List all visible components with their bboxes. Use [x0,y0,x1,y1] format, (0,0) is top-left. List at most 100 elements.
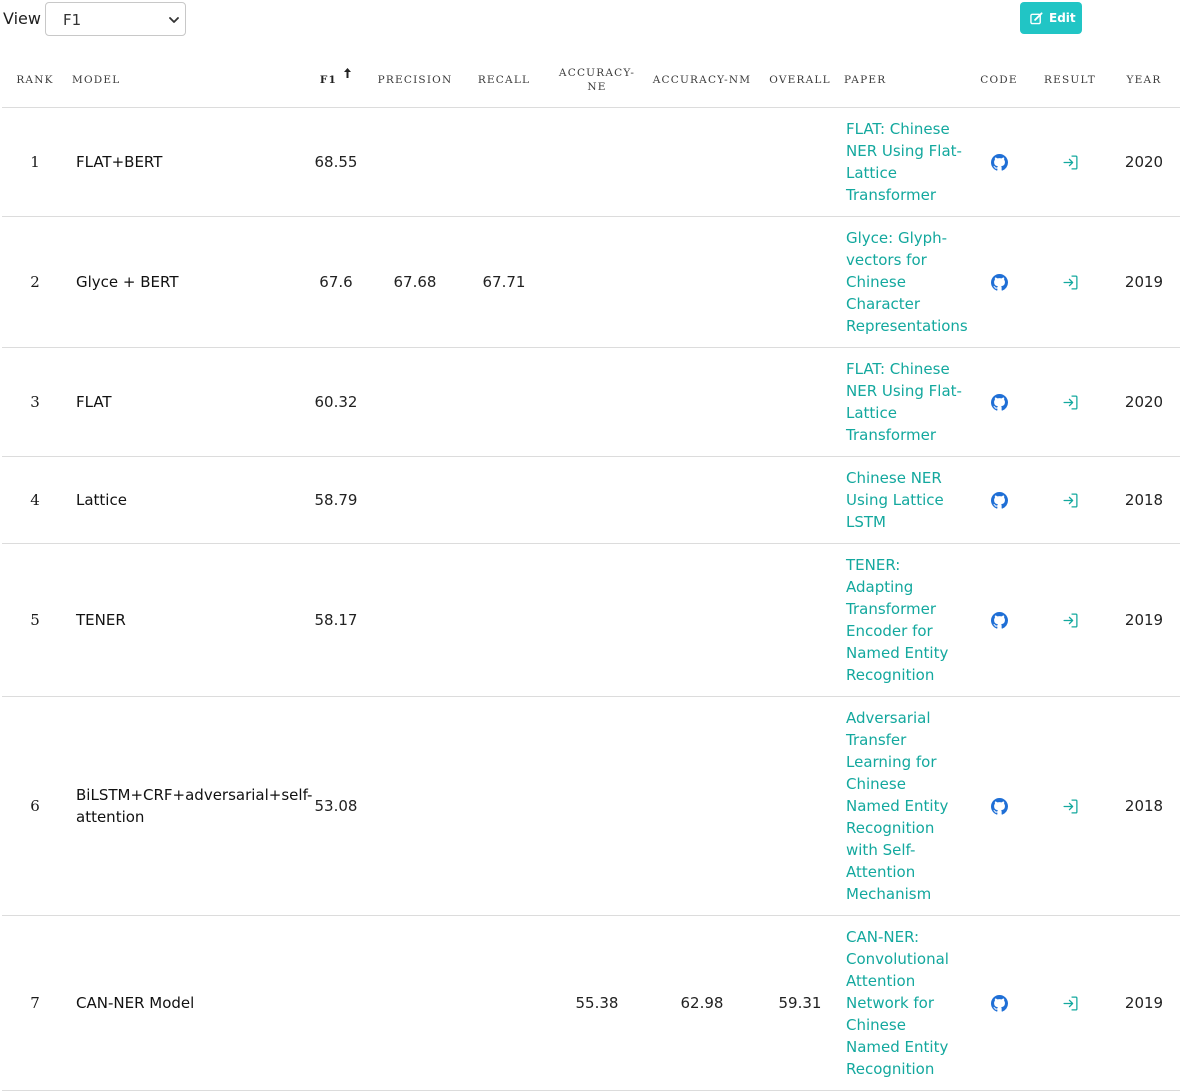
precision-cell [372,696,458,916]
accuracy-ne-cell [550,216,644,348]
result-link[interactable] [1032,915,1108,1091]
paper-link[interactable]: FLAT: Chinese NER Using Flat-Lattice Tra… [840,107,966,217]
table-row: 1 FLAT+BERT 68.55 FLAT: Chinese NER Using F… [2,107,1180,217]
result-link[interactable] [1032,216,1108,348]
edit-button[interactable]: Edit [1020,2,1082,34]
rank-cell: 2 [2,216,68,348]
code-link[interactable] [966,347,1032,457]
sign-in-icon [1062,395,1078,410]
sign-in-icon [1062,996,1078,1011]
recall-cell [458,696,550,916]
column-header-f1[interactable]: F1 [300,52,372,108]
result-link[interactable] [1032,696,1108,916]
github-icon [990,154,1008,171]
year-cell: 2020 [1108,347,1180,457]
year-cell: 2019 [1108,543,1180,697]
year-cell: 2018 [1108,456,1180,544]
sort-up-arrow-icon [344,67,352,78]
recall-cell [458,915,550,1091]
model-cell: FLAT+BERT [68,107,300,217]
edit-icon [1030,12,1043,25]
column-header-code: CODE [966,52,1032,108]
model-cell: BiLSTM+CRF+adversarial+self-attention [68,696,312,916]
column-header-model[interactable]: MODEL [68,52,300,108]
table-row: 3 FLAT 60.32 FLAT: Chinese NER Using Flat-L… [2,347,1180,457]
accuracy-nm-cell [644,107,760,217]
column-header-result: RESULT [1032,52,1108,108]
column-header-overall[interactable]: OVERALL [760,52,840,108]
precision-cell [372,107,458,217]
paper-link[interactable]: TENER: Adapting Transformer Encoder for … [840,543,966,697]
overall-cell [760,107,840,217]
year-cell: 2019 [1108,915,1180,1091]
view-select[interactable]: F1 [45,2,186,36]
f1-cell: 58.17 [300,543,372,697]
overall-cell [760,543,840,697]
accuracy-ne-cell [550,543,644,697]
recall-cell [458,456,550,544]
result-link[interactable] [1032,107,1108,217]
github-icon [990,394,1008,411]
f1-cell: 58.79 [300,456,372,544]
table-row: 2 Glyce + BERT 67.6 67.68 67.71 Glyce: Glyph-… [2,216,1180,348]
sign-in-icon [1062,275,1078,290]
result-link[interactable] [1032,543,1108,697]
column-header-rank[interactable]: RANK [2,52,68,108]
column-header-accuracy-ne[interactable]: ACCURACY-NE [550,52,644,108]
column-header-f1-label: F1 [319,73,338,86]
sign-in-icon [1062,155,1078,170]
accuracy-ne-cell [550,696,644,916]
result-link[interactable] [1032,456,1108,544]
f1-cell: 53.08 [300,696,372,916]
column-header-precision[interactable]: PRECISION [372,52,458,108]
accuracy-ne-cell [550,456,644,544]
github-icon [990,995,1008,1012]
f1-cell: 67.6 [300,216,372,348]
code-link[interactable] [966,543,1032,697]
precision-cell [372,915,458,1091]
edit-button-label: Edit [1049,11,1076,25]
recall-cell [458,543,550,697]
leaderboard-table: RANK MODEL F1 PRECISION RECALL ACCURACY-… [2,52,1180,1091]
rank-cell: 5 [2,543,68,697]
accuracy-nm-cell: 62.98 [644,915,760,1091]
github-icon [990,612,1008,629]
overall-cell [760,456,840,544]
code-link[interactable] [966,216,1032,348]
model-cell: CAN-NER Model [68,915,300,1091]
code-link[interactable] [966,915,1032,1091]
code-link[interactable] [966,456,1032,544]
code-link[interactable] [966,696,1032,916]
code-link[interactable] [966,107,1032,217]
model-cell: FLAT [68,347,300,457]
paper-link[interactable]: Glyce: Glyph-vectors for Chinese Charact… [840,216,968,348]
paper-link[interactable]: Adversarial Transfer Learning for Chines… [840,696,966,916]
model-cell: Lattice [68,456,300,544]
precision-cell [372,543,458,697]
accuracy-ne-cell [550,107,644,217]
github-icon [990,492,1008,509]
model-cell: TENER [68,543,300,697]
accuracy-ne-cell [550,347,644,457]
table-row: 4 Lattice 58.79 Chinese NER Using Lattice L… [2,456,1180,544]
paper-link[interactable]: Chinese NER Using Lattice LSTM [840,456,966,544]
github-icon [990,798,1008,815]
sign-in-icon [1062,493,1078,508]
sign-in-icon [1062,613,1078,628]
column-header-year[interactable]: YEAR [1108,52,1180,108]
column-header-recall[interactable]: RECALL [458,52,550,108]
paper-link[interactable]: CAN-NER: Convolutional Attention Network… [840,915,966,1091]
table-row: 5 TENER 58.17 TENER: Adapting Transformer E… [2,543,1180,697]
rank-cell: 6 [2,696,68,916]
accuracy-nm-cell [644,543,760,697]
rank-cell: 7 [2,915,68,1091]
overall-cell [760,347,840,457]
accuracy-nm-cell [644,456,760,544]
table-row: 6 BiLSTM+CRF+adversarial+self-attention 53… [2,696,1180,916]
paper-link[interactable]: FLAT: Chinese NER Using Flat-Lattice Tra… [840,347,966,457]
f1-cell [300,915,372,1091]
result-link[interactable] [1032,347,1108,457]
column-header-paper: PAPER [840,52,966,108]
column-header-accuracy-nm[interactable]: ACCURACY-NM [644,52,760,108]
table-header-row: RANK MODEL F1 PRECISION RECALL ACCURACY-… [2,52,1180,108]
